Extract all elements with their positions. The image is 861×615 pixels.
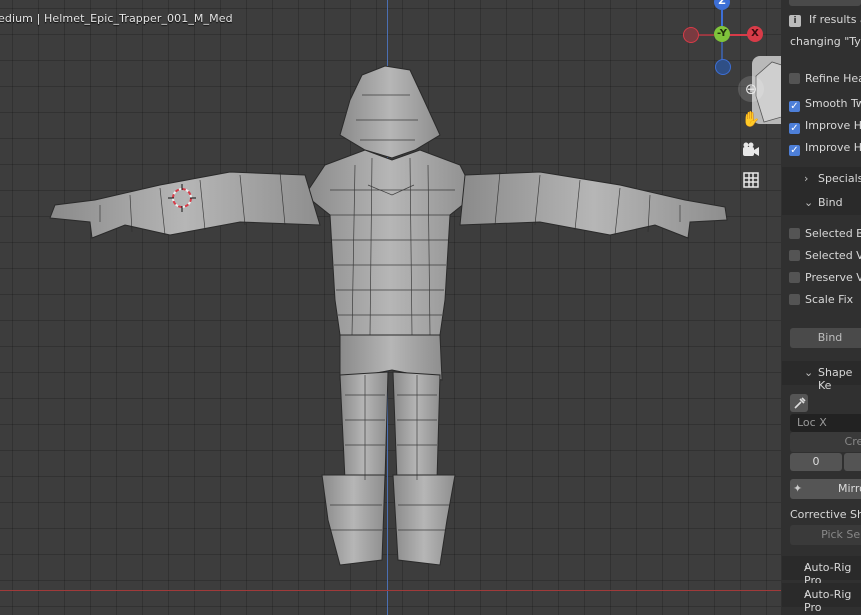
shape-keys-panel-header[interactable]: ⌄ Shape Ke <box>782 361 861 392</box>
value-field-2[interactable] <box>844 453 861 471</box>
mirror-label: Mirro <box>838 482 861 495</box>
info-icon: i <box>789 15 801 27</box>
gizmo-x-axis[interactable]: X <box>747 26 763 42</box>
option-smooth-twist[interactable]: ✓ Smooth Tw <box>789 97 861 112</box>
option-refine-head[interactable]: Refine Hea <box>789 72 861 85</box>
create-button[interactable]: Crea <box>790 432 861 452</box>
autorig-panel-2-header[interactable]: › Auto-Rig Pro <box>782 583 861 614</box>
info-message: i If results a <box>789 13 861 27</box>
loc-x-field[interactable]: Loc X <box>790 414 861 432</box>
checkbox-icon[interactable] <box>789 272 800 283</box>
checkbox-icon[interactable] <box>789 228 800 239</box>
info-text-line1: If results a <box>809 13 861 26</box>
specials-subpanel-header[interactable]: › Specials <box>782 167 861 191</box>
option-label: Improve Hi <box>805 119 861 132</box>
chevron-down-icon: ⌄ <box>804 366 814 379</box>
gizmo-x-line <box>729 34 749 36</box>
eyedropper-button[interactable] <box>790 394 808 412</box>
gizmo-negz-line <box>721 42 723 60</box>
option-label: Selected Ve <box>805 249 861 262</box>
option-label: Scale Fix <box>805 293 854 306</box>
character-mesh[interactable] <box>0 0 781 615</box>
shape-keys-label: Shape Ke <box>818 366 853 392</box>
bind-option-selected-verts[interactable]: Selected Ve <box>789 249 861 262</box>
bind-option-selected-bones[interactable]: Selected Bo <box>789 227 861 240</box>
option-improve-hips[interactable]: ✓ Improve Hi <box>789 119 861 134</box>
top-partial-button[interactable] <box>789 0 861 6</box>
zoom-icon[interactable]: ⊕ <box>738 76 764 102</box>
bind-option-scale-fix[interactable]: Scale Fix <box>789 293 853 306</box>
gizmo-negx-line <box>698 34 714 36</box>
grid-icon[interactable] <box>738 167 764 193</box>
bind-panel-header[interactable]: ⌄ Bind <box>782 191 861 215</box>
eyedropper-icon <box>794 397 806 409</box>
autorig-panel-2-label: Auto-Rig Pro <box>804 588 852 614</box>
mirror-icon: ✦ <box>793 482 803 495</box>
checkbox-icon[interactable] <box>789 250 800 261</box>
option-improve-heels[interactable]: ✓ Improve He <box>789 141 861 156</box>
camera-icon[interactable] <box>738 137 764 163</box>
hand-pan-icon[interactable]: ✋ <box>738 106 764 132</box>
bind-button[interactable]: Bind <box>790 328 861 348</box>
gizmo-y-axis[interactable]: -Y <box>714 26 730 42</box>
option-label: Improve He <box>805 141 861 154</box>
specials-label: Specials <box>818 172 861 185</box>
checkbox-checked-icon[interactable]: ✓ <box>789 101 800 112</box>
value-field[interactable]: 0 <box>790 453 842 471</box>
checkbox-icon[interactable] <box>789 73 800 84</box>
chevron-down-icon: ⌄ <box>804 196 814 209</box>
properties-sidebar: i If results a changing "Typ Refine Hea ✓… <box>781 0 861 615</box>
gizmo-neg-x-axis[interactable] <box>683 27 699 43</box>
3d-viewport[interactable]: edium | Helmet_Epic_Trapper_001_M_Med Z … <box>0 0 781 615</box>
autorig-panel-1-header[interactable]: › Auto-Rig Pro <box>782 556 861 587</box>
gizmo-neg-z-axis[interactable] <box>715 59 731 75</box>
pick-select-button[interactable]: Pick Sele <box>790 525 861 545</box>
checkbox-checked-icon[interactable]: ✓ <box>789 123 800 134</box>
checkbox-checked-icon[interactable]: ✓ <box>789 145 800 156</box>
option-label: Refine Hea <box>805 72 861 85</box>
corrective-shape-label: Corrective Sha <box>790 508 861 521</box>
checkbox-icon[interactable] <box>789 294 800 305</box>
bind-option-preserve-volume[interactable]: Preserve Vo <box>789 271 861 284</box>
chevron-right-icon: › <box>804 172 809 185</box>
option-label: Smooth Tw <box>805 97 861 110</box>
info-text-line2: changing "Typ <box>790 35 861 48</box>
option-label: Selected Bo <box>805 227 861 240</box>
bind-section-label: Bind <box>818 196 843 209</box>
option-label: Preserve Vo <box>805 271 861 284</box>
mirror-button[interactable]: ✦ Mirro <box>790 479 861 499</box>
